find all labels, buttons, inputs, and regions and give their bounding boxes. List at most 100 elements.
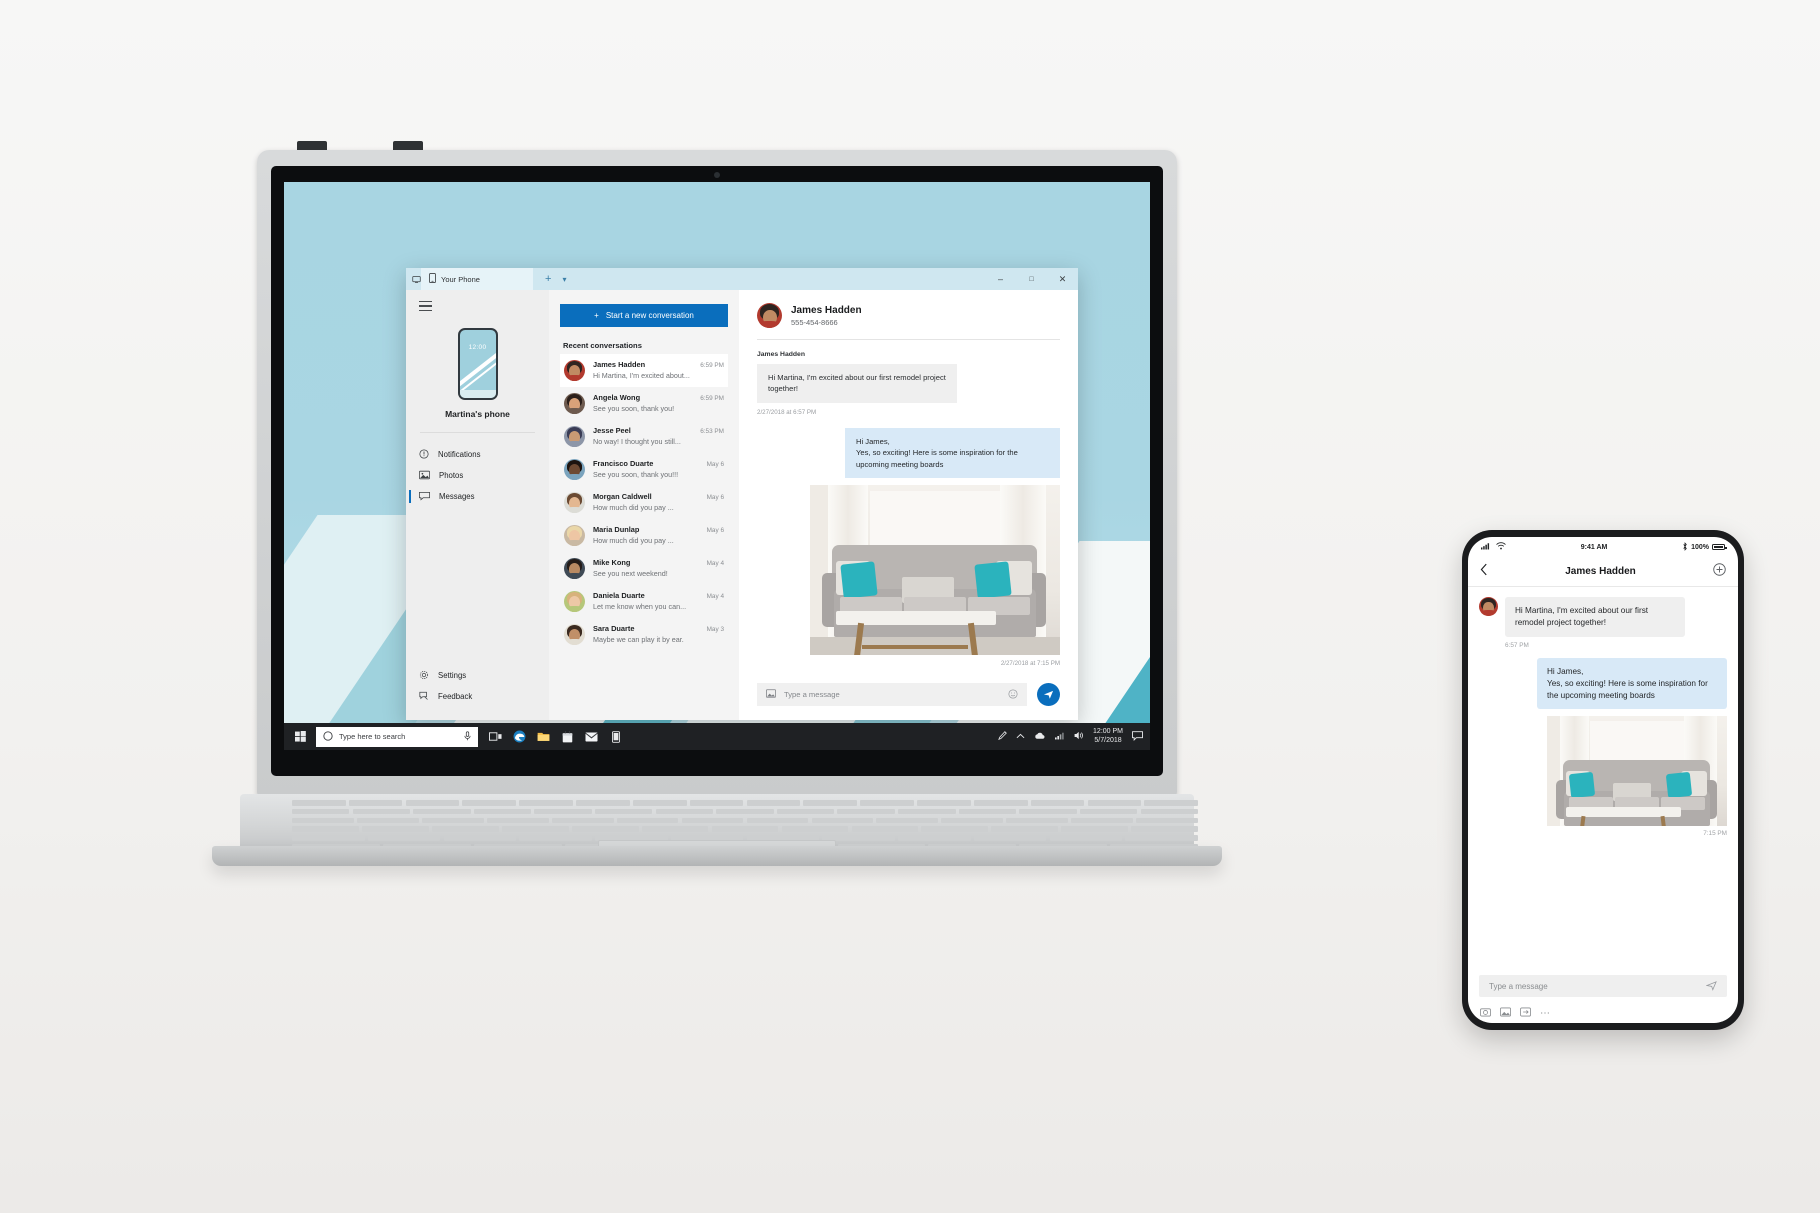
conversation-row[interactable]: James Hadden 6:59 PM Hi Martina, I'm excit… (560, 354, 728, 387)
phone-thread-title: James Hadden (1565, 566, 1636, 577)
network-icon[interactable] (1055, 732, 1065, 742)
more-icon[interactable]: ⋯ (1540, 1008, 1552, 1019)
volume-icon[interactable] (1074, 731, 1084, 742)
back-chevron-icon[interactable] (1480, 563, 1488, 581)
onedrive-icon[interactable] (1034, 732, 1046, 742)
keyboard-key (473, 808, 532, 815)
plus-icon[interactable]: + (545, 273, 551, 285)
keyboard-key (352, 808, 411, 815)
your-phone-icon[interactable] (608, 729, 623, 744)
emoji-icon[interactable] (1008, 688, 1018, 701)
avatar (564, 360, 585, 381)
image-icon[interactable] (766, 689, 776, 700)
conversation-row[interactable]: Daniela Duarte May 4 Let me know when you … (560, 585, 728, 618)
phone-attached-photo[interactable] (1547, 716, 1727, 827)
keyboard-key (632, 800, 687, 806)
conversation-row[interactable]: Mike Kong May 4 See you next weekend! (560, 552, 728, 585)
conversation-row[interactable]: Morgan Caldwell May 6 How much did you pay… (560, 486, 728, 519)
start-new-conversation-button[interactable]: + Start a new conversation (560, 304, 728, 327)
avatar (564, 426, 585, 447)
keyboard-key (641, 826, 709, 832)
thread-messages: James Hadden Hi Martina, I'm excited abo… (739, 340, 1078, 673)
incoming-timestamp: 2/27/2018 at 6:57 PM (757, 408, 817, 416)
conversation-name: Angela Wong (593, 393, 641, 402)
living-room-sofa-photo[interactable] (810, 484, 1060, 655)
hamburger-icon[interactable] (406, 290, 549, 314)
gallery-icon[interactable] (1500, 1004, 1511, 1022)
close-button[interactable]: ✕ (1047, 268, 1078, 290)
chevron-up-icon[interactable] (1016, 732, 1025, 741)
microphone-icon[interactable] (464, 730, 471, 743)
store-icon[interactable] (560, 729, 575, 744)
avatar (564, 591, 585, 612)
keyboard-key (595, 808, 653, 815)
conversation-row[interactable]: Francisco Duarte May 6 See you soon, thank… (560, 453, 728, 486)
avatar-face (564, 591, 585, 612)
sidebar-item-settings[interactable]: Settings (406, 665, 549, 686)
sidebar-item-photos[interactable]: Photos (406, 465, 549, 486)
phone-outgoing-timestamp: 7:15 PM (1703, 830, 1727, 838)
hinge-right (393, 141, 423, 150)
conversation-row[interactable]: Angela Wong 6:59 PM See you soon, thank yo… (560, 387, 728, 420)
minimize-button[interactable]: – (985, 268, 1016, 290)
your-phone-icon (429, 273, 436, 285)
sidebar-label: Photos (439, 471, 464, 481)
chevron-down-icon[interactable]: ▾ (562, 275, 566, 284)
add-circle-icon[interactable] (1713, 562, 1726, 581)
send-icon[interactable] (1705, 980, 1717, 993)
avatar-face (564, 393, 585, 414)
task-view-icon[interactable] (488, 729, 503, 744)
tab-controls[interactable]: + ▾ (533, 273, 566, 285)
keyboard-key (876, 817, 939, 824)
conversation-time: 6:53 PM (700, 428, 724, 435)
mail-icon[interactable] (584, 729, 599, 744)
avatar-face (564, 492, 585, 513)
keyboard-key (1049, 835, 1123, 841)
edge-icon[interactable] (512, 729, 527, 744)
sets-icon[interactable] (412, 275, 421, 284)
pen-icon[interactable] (998, 731, 1007, 742)
keyboard-key (292, 808, 350, 815)
send-button[interactable] (1037, 683, 1060, 706)
keyboard-key (1136, 817, 1198, 824)
conversation-name: Morgan Caldwell (593, 492, 652, 501)
phone-incoming-timestamp: 6:57 PM (1505, 641, 1529, 649)
phone-screen: 9:41 AM 100% James Hadden Hi Martina, I'… (1468, 537, 1738, 1023)
file-explorer-icon[interactable] (536, 729, 551, 744)
contact-phone: 555-454-8666 (791, 317, 838, 327)
phone-messages: Hi Martina, I'm excited about our first … (1468, 587, 1738, 967)
camera-icon[interactable] (1480, 1004, 1491, 1022)
sidebar-item-notifications[interactable]: Notifications (406, 444, 549, 465)
conversation-preview: How much did you pay ... (593, 503, 674, 512)
sticker-icon[interactable] (1520, 1004, 1531, 1022)
phone-compose-bar: Type a message (1468, 967, 1738, 1003)
conversation-row[interactable]: Jesse Peel 6:53 PM No way! I thought you s… (560, 420, 728, 453)
maximize-button[interactable]: □ (1016, 268, 1047, 290)
window-title-bar[interactable]: Your Phone + ▾ – □ ✕ (406, 268, 1078, 290)
search-input[interactable]: Type here to search (316, 726, 478, 747)
keyboard-row (292, 826, 1198, 832)
keyboard-row (292, 817, 1198, 824)
conversation-name: Daniela Duarte (593, 591, 645, 600)
clock-time: 12:00 PM (1093, 728, 1123, 736)
conversation-row[interactable]: Maria Dunlap May 6 How much did you pay ..… (560, 519, 728, 552)
action-center-icon[interactable] (1132, 730, 1143, 743)
sidebar-item-messages[interactable]: Messages (406, 486, 549, 507)
keyboard-key (348, 800, 403, 806)
conversation-row[interactable]: Sara Duarte May 3 Maybe we can play it by … (560, 618, 728, 651)
send-icon (1043, 690, 1054, 699)
sidebar-item-feedback[interactable]: Feedback (406, 686, 549, 707)
keyboard-key (973, 800, 1028, 806)
bluetooth-icon (1682, 541, 1688, 553)
keyboard-key (917, 800, 971, 806)
taskbar-clock[interactable]: 12:00 PM 5/7/2018 (1093, 728, 1123, 744)
conversation-preview: Maybe we can play it by ear. (593, 635, 684, 644)
message-input[interactable]: Type a message (757, 683, 1027, 706)
phone-message-input[interactable]: Type a message (1479, 975, 1727, 997)
attached-photo-row (757, 484, 1060, 655)
windows-start-icon[interactable] (284, 731, 316, 742)
keyboard-key (292, 817, 354, 824)
browser-tab-your-phone[interactable]: Your Phone (421, 268, 533, 290)
phone-input-placeholder: Type a message (1489, 981, 1548, 991)
conversation-time: May 3 (706, 626, 724, 633)
